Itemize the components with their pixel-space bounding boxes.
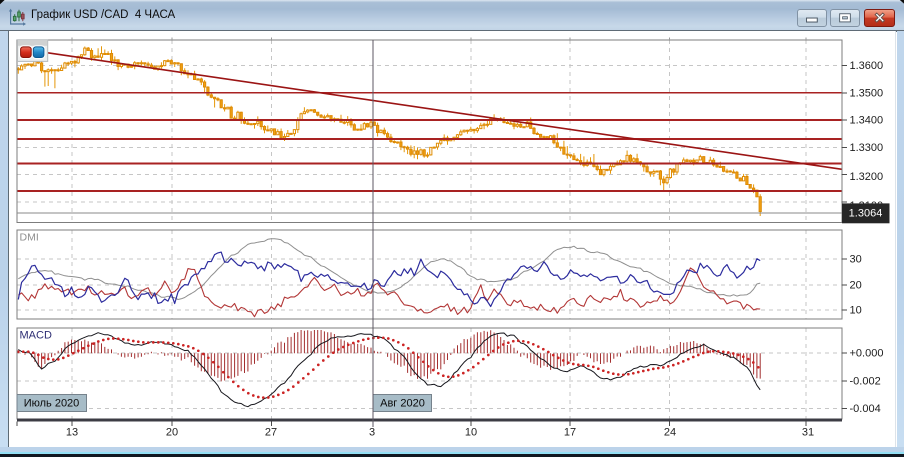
svg-text:17: 17 xyxy=(564,427,576,439)
svg-text:MACD: MACD xyxy=(20,330,52,342)
svg-text:27: 27 xyxy=(265,427,277,439)
svg-text:10: 10 xyxy=(850,305,862,317)
svg-text:13: 13 xyxy=(66,427,78,439)
svg-text:20: 20 xyxy=(850,279,862,291)
svg-text:20: 20 xyxy=(166,427,178,439)
svg-text:-0.002: -0.002 xyxy=(850,375,881,387)
svg-text:30: 30 xyxy=(850,254,862,266)
svg-text:1.3200: 1.3200 xyxy=(850,171,884,183)
svg-text:Авг 2020: Авг 2020 xyxy=(380,398,425,410)
svg-text:3: 3 xyxy=(369,427,375,439)
svg-text:1.3500: 1.3500 xyxy=(850,87,884,99)
svg-text:24: 24 xyxy=(664,427,676,439)
svg-text:1.3600: 1.3600 xyxy=(850,60,884,72)
svg-text:10: 10 xyxy=(465,427,477,439)
svg-text:-0.004: -0.004 xyxy=(850,403,881,415)
svg-text:Июль 2020: Июль 2020 xyxy=(24,398,80,410)
svg-text:31: 31 xyxy=(802,427,814,439)
svg-text:+0.000: +0.000 xyxy=(850,348,884,360)
svg-text:1.3064: 1.3064 xyxy=(849,207,883,219)
svg-text:DMI: DMI xyxy=(20,232,39,244)
svg-text:1.3300: 1.3300 xyxy=(850,142,884,154)
svg-text:1.3400: 1.3400 xyxy=(850,115,884,127)
